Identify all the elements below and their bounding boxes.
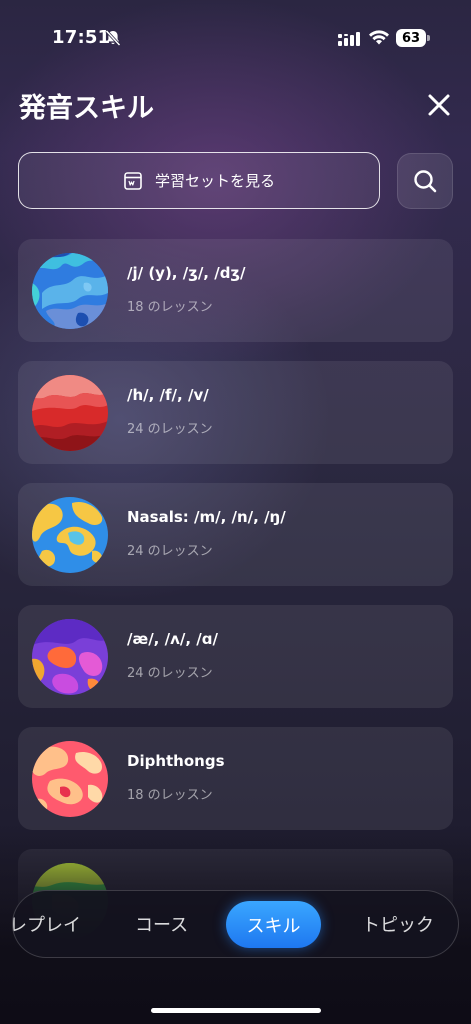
skill-name: /æ/, /ʌ/, /ɑ/ xyxy=(127,630,218,648)
red-planet-icon xyxy=(32,375,108,451)
purple-planet-icon xyxy=(32,619,108,695)
skill-name: /j/ (y), /ʒ/, /dʒ/ xyxy=(127,264,246,282)
page-title: 発音スキル xyxy=(19,93,154,124)
skill-card[interactable]: /j/ (y), /ʒ/, /dʒ/ 18 のレッスン xyxy=(18,239,453,342)
tab-replay[interactable]: レプレイ xyxy=(13,891,81,957)
earth-planet-icon xyxy=(32,497,108,573)
wifi-icon xyxy=(369,30,389,45)
search-icon xyxy=(414,170,437,193)
blue-planet-icon xyxy=(32,253,108,329)
battery-icon: 63 xyxy=(396,29,430,47)
skill-name: Diphthongs xyxy=(127,752,225,770)
search-button[interactable] xyxy=(397,153,453,209)
skill-card[interactable]: Diphthongs 18 のレッスン xyxy=(18,727,453,830)
status-bar: 17:51 63 xyxy=(0,0,471,60)
skill-card[interactable]: Nasals: /m/, /n/, /ŋ/ 24 のレッスン xyxy=(18,483,453,586)
tab-course[interactable]: コース xyxy=(135,891,188,957)
study-set-label: 学習セットを見る xyxy=(154,172,275,190)
bottom-tab-bar: レプレイ コース スキル トピック xyxy=(12,890,459,958)
skill-name: /h/, /f/, /v/ xyxy=(127,386,209,404)
tab-topic[interactable]: トピック xyxy=(362,891,434,957)
signal-icon xyxy=(338,32,360,46)
skill-lesson-count: 24 のレッスン xyxy=(127,544,213,559)
pink-planet-icon xyxy=(32,741,108,817)
status-time: 17:51 xyxy=(52,27,111,48)
battery-level: 63 xyxy=(396,29,426,47)
skill-lesson-count: 18 のレッスン xyxy=(127,300,213,315)
close-icon[interactable] xyxy=(424,90,454,120)
skill-card[interactable]: /h/, /f/, /v/ 24 のレッスン xyxy=(18,361,453,464)
skill-card[interactable]: /æ/, /ʌ/, /ɑ/ 24 のレッスン xyxy=(18,605,453,708)
skill-lesson-count: 18 のレッスン xyxy=(127,788,213,803)
skill-name: Nasals: /m/, /n/, /ŋ/ xyxy=(127,508,286,526)
bell-slash-icon xyxy=(105,29,121,47)
home-indicator xyxy=(151,1008,321,1013)
study-set-button[interactable]: 学習セットを見る xyxy=(18,152,380,209)
skill-lesson-count: 24 のレッスン xyxy=(127,666,213,681)
skill-lesson-count: 24 のレッスン xyxy=(127,422,213,437)
tab-skill[interactable]: スキル xyxy=(226,901,321,948)
flashcard-icon xyxy=(124,171,142,190)
